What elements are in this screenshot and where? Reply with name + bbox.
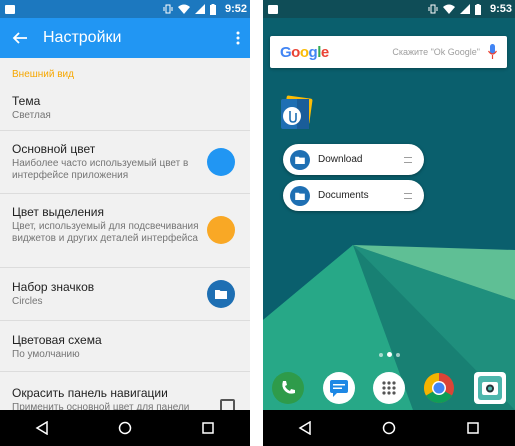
shortcut-label: Documents	[318, 190, 369, 201]
status-bar: 9:52	[0, 0, 250, 18]
vibrate-icon	[428, 4, 438, 14]
battery-icon	[209, 3, 216, 15]
nav-recents-icon[interactable]	[466, 421, 480, 435]
cell-signal-icon	[194, 4, 205, 14]
more-vert-icon[interactable]	[236, 30, 240, 46]
setting-title: Основной цвет	[12, 142, 96, 156]
wifi-icon	[442, 4, 455, 14]
navigation-bar	[263, 410, 515, 446]
file-manager-app-icon[interactable]	[277, 95, 315, 133]
notification-icon	[5, 4, 15, 14]
google-search-bar[interactable]: Google Скажите "Ok Google"	[270, 36, 507, 68]
battery-icon	[474, 3, 481, 15]
setting-subtitle: По умолчанию	[12, 349, 80, 360]
page-dot-active	[386, 352, 392, 357]
nav-back-icon[interactable]	[35, 421, 49, 435]
notification-icon	[268, 4, 278, 14]
setting-accent-color[interactable]: Цвет выделения Цвет, используемый для по…	[0, 194, 250, 268]
folder-icon	[295, 156, 305, 164]
page-dot	[395, 352, 400, 357]
setting-subtitle: Светлая	[12, 110, 51, 121]
status-time: 9:53	[489, 3, 512, 15]
setting-title: Набор значков	[12, 280, 95, 294]
navigation-bar	[0, 410, 250, 446]
section-header: Внешний вид	[12, 69, 74, 80]
setting-subtitle: Circles	[12, 296, 43, 307]
shortcut-documents[interactable]: Documents	[283, 180, 424, 211]
setting-theme[interactable]: Тема Светлая	[0, 78, 250, 131]
accent-color-swatch[interactable]	[207, 216, 235, 244]
page-dot	[378, 352, 383, 357]
nav-home-icon[interactable]	[118, 421, 132, 435]
back-arrow-icon[interactable]	[12, 30, 28, 46]
status-time: 9:52	[224, 3, 247, 15]
home-screen: 9:53 Google Скажите "Ok Google" Download…	[263, 0, 515, 446]
drag-handle-icon[interactable]	[404, 156, 412, 163]
setting-icon-pack[interactable]: Набор значков Circles	[0, 268, 250, 321]
setting-title: Цветовая схема	[12, 333, 102, 347]
setting-color-scheme[interactable]: Цветовая схема По умолчанию	[0, 321, 250, 372]
chrome-icon[interactable]	[423, 372, 455, 404]
camera-icon[interactable]	[473, 372, 506, 404]
primary-color-swatch[interactable]	[207, 148, 235, 176]
toolbar-title: Настройки	[43, 29, 122, 46]
messages-icon[interactable]	[322, 372, 355, 404]
toolbar: Настройки	[0, 18, 250, 58]
microphone-icon[interactable]	[488, 44, 497, 60]
cell-signal-icon	[459, 4, 470, 14]
nav-recents-icon[interactable]	[201, 421, 215, 435]
setting-primary-color[interactable]: Основной цвет Наиболее часто используемы…	[0, 131, 250, 194]
folder-icon	[215, 290, 227, 299]
status-bar: 9:53	[263, 0, 515, 18]
wifi-icon	[177, 4, 190, 14]
settings-list: Внешний вид Тема Светлая Основной цвет Н…	[0, 58, 250, 432]
vibrate-icon	[163, 4, 173, 14]
search-hint: Скажите "Ok Google"	[392, 47, 480, 57]
settings-screen: 9:52 Настройки Внешний вид Тема Светлая …	[0, 0, 250, 446]
setting-subtitle: Цвет, используемый для подсвечивания вид…	[12, 221, 199, 244]
phone-icon[interactable]	[272, 372, 305, 404]
setting-title: Тема	[12, 94, 41, 108]
setting-subtitle: Наиболее часто используемый цвет в интер…	[12, 158, 189, 181]
shortcut-label: Download	[318, 154, 363, 165]
icon-pack-preview[interactable]	[207, 280, 235, 308]
dock	[263, 370, 515, 406]
nav-home-icon[interactable]	[382, 421, 396, 435]
shortcut-download[interactable]: Download	[283, 144, 424, 175]
nav-back-icon[interactable]	[298, 421, 312, 435]
setting-title: Цвет выделения	[12, 205, 105, 219]
page-indicator	[263, 352, 515, 357]
app-drawer-icon[interactable]	[372, 372, 405, 404]
setting-title: Окрасить панель навигации	[12, 386, 168, 400]
google-logo: Google	[280, 43, 329, 61]
folder-icon	[295, 192, 305, 200]
drag-handle-icon[interactable]	[404, 192, 412, 199]
